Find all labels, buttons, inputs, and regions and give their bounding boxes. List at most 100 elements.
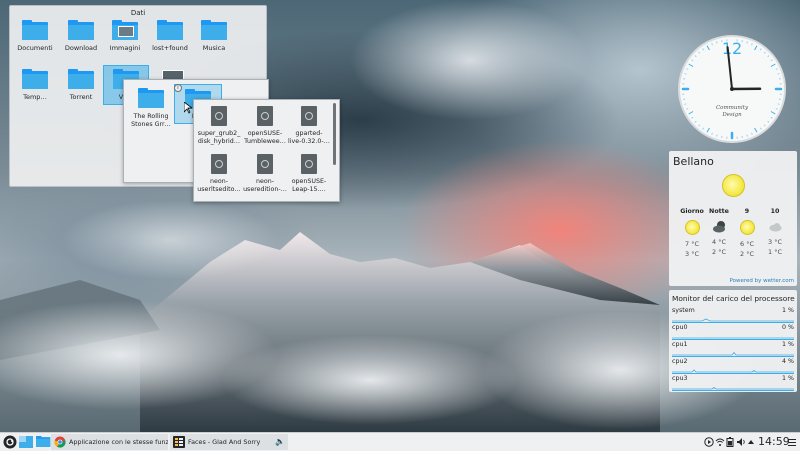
folder-icon [138, 88, 164, 108]
expand-tray-icon[interactable] [747, 437, 755, 455]
forecast-high: 4 °C [707, 237, 731, 247]
cpu-row-value: 0 % [782, 324, 794, 331]
popup-item-label-1: openSUSE- [242, 130, 288, 138]
popup-item-rolling-stones[interactable]: The Rolling Stones Grr… [128, 88, 174, 129]
forecast-high: 6 °C [735, 239, 759, 249]
folder-view-title: Dati [10, 9, 266, 17]
clock-face: 12 Community Design [677, 34, 787, 144]
cpu-row-value: 1 % [782, 307, 794, 314]
forecast-day-9: 9 6 °C 2 °C [735, 208, 759, 259]
popup-item-disk-image[interactable]: super_grub2_ disk_hybrid… [196, 106, 242, 146]
popup-scrollbar[interactable] [333, 103, 336, 165]
battery-icon[interactable] [726, 437, 734, 455]
folder-music-icon [201, 20, 227, 40]
cpu-row-name: cpu2 [672, 358, 687, 365]
folder-item-temp[interactable]: Temp… [13, 69, 57, 101]
forecast-day: Giorno 7 °C 3 °C [680, 208, 704, 259]
mouse-cursor-icon [184, 102, 192, 116]
folder-icon [157, 20, 183, 40]
clock-brand-line2: Design [721, 112, 742, 118]
forecast-low: 1 °C [763, 247, 787, 257]
sun-icon [722, 174, 745, 197]
cpu-row-cpu2: cpu2 4 % [672, 356, 794, 374]
folder-icon [22, 20, 48, 40]
forecast-night: Notte 4 °C 2 °C [707, 208, 731, 257]
speaker-icon[interactable]: 🔈 [275, 434, 285, 450]
music-player-icon [173, 436, 185, 448]
popup-item-disk-image[interactable]: openSUSE- Tumblewee… [242, 106, 288, 146]
task-chrome[interactable]: Applicazione con le stesse funzio… [51, 434, 168, 450]
forecast-label: Notte [707, 208, 731, 215]
popup-item-label-1: openSUSE- [286, 178, 332, 186]
weather-widget[interactable]: Bellano Giorno 7 °C 3 °C Notte 4 °C 2 °C… [669, 151, 797, 286]
folder-item-immagini[interactable]: Immagini [103, 20, 147, 52]
media-player-tray-icon[interactable] [704, 437, 714, 455]
network-wifi-icon[interactable] [715, 437, 725, 455]
cpu-monitor-title: Monitor del carico del processore [672, 294, 795, 303]
folder-icon [22, 69, 48, 89]
folder-item-documenti[interactable]: Documenti [13, 20, 57, 52]
cpu-row-value: 4 % [782, 358, 794, 365]
clock-numeral-12: 12 [722, 39, 742, 58]
forecast-label: 9 [735, 208, 759, 215]
folder-download-icon [68, 20, 94, 40]
volume-icon[interactable] [736, 437, 746, 455]
forecast-high: 7 °C [680, 239, 704, 249]
folder-item-lost-found[interactable]: lost+found [148, 20, 192, 52]
iso-folder-preview-popup[interactable]: super_grub2_ disk_hybrid… openSUSE- Tumb… [193, 99, 340, 202]
folder-pictures-icon [112, 20, 138, 40]
folder-item-label: Documenti [13, 44, 57, 52]
forecast-low: 2 °C [707, 247, 731, 257]
task-music-player[interactable]: Faces - Glad And Sorry 🔈 [170, 434, 288, 450]
forecast-high: 3 °C [763, 237, 787, 247]
cpu-row-name: cpu3 [672, 375, 687, 382]
cpu-row-name: cpu0 [672, 324, 687, 331]
cpu-load-monitor-widget[interactable]: Monitor del carico del processore system… [669, 290, 797, 392]
popup-item-label-1: neon- [196, 178, 242, 186]
chrome-icon [54, 436, 66, 448]
popup-item-label-2: Leap-15.… [286, 186, 332, 194]
cpu-row-system: system 1 % [672, 305, 794, 323]
analog-clock-widget[interactable]: 12 Community Design [677, 34, 787, 144]
weather-city: Bellano [673, 155, 714, 168]
popup-item-disk-image[interactable]: openSUSE- Leap-15.… [286, 154, 332, 194]
popup-item-label-2: Stones Grr… [128, 121, 174, 129]
taskbar-clock[interactable]: 14:59 [758, 434, 790, 450]
folder-item-musica[interactable]: Musica [192, 20, 236, 52]
forecast-label: 10 [763, 208, 787, 215]
cpu-row-cpu0: cpu0 0 % [672, 322, 794, 340]
cpu-row-value: 1 % [782, 375, 794, 382]
cloud-icon [769, 220, 782, 233]
popup-item-label-1: The Rolling [128, 113, 174, 121]
info-icon[interactable]: i [174, 84, 182, 92]
panel-menu-icon[interactable] [788, 437, 796, 455]
cpu-row-cpu3: cpu3 1 % [672, 373, 794, 391]
weather-provider-link[interactable]: Powered by wetter.com [730, 278, 794, 284]
popup-item-disk-image[interactable]: neon- userltsedito… [196, 154, 242, 194]
disk-image-icon [257, 154, 273, 174]
folder-item-download[interactable]: Download [59, 20, 103, 52]
sun-icon [685, 220, 700, 235]
forecast-low: 2 °C [735, 249, 759, 259]
show-desktop-icon[interactable] [19, 436, 33, 448]
cpu-row-cpu1: cpu1 1 % [672, 339, 794, 357]
popup-item-disk-image[interactable]: gparted- live-0.32.0-… [286, 106, 332, 146]
folder-item-label: Musica [192, 44, 236, 52]
forecast-day-10: 10 3 °C 1 °C [763, 208, 787, 257]
file-manager-icon[interactable] [36, 436, 50, 448]
disk-image-icon [211, 154, 227, 174]
application-launcher-icon[interactable] [3, 435, 17, 449]
clock-brand-line1: Community [716, 105, 749, 111]
cloudy-night-icon [713, 220, 726, 233]
disk-image-icon [257, 106, 273, 126]
cpu-row-name: system [672, 307, 695, 314]
cpu-sparkline [672, 386, 794, 390]
folder-item-torrent[interactable]: Torrent [59, 69, 103, 101]
forecast-low: 3 °C [680, 249, 704, 259]
sun-icon [740, 220, 755, 235]
popup-item-label-1: gparted- [286, 130, 332, 138]
folder-item-label: Download [59, 44, 103, 52]
taskbar: Applicazione con le stesse funzio… Faces… [0, 432, 800, 451]
popup-item-disk-image[interactable]: neon- useredition-… [242, 154, 288, 194]
popup-item-label-1: neon- [242, 178, 288, 186]
